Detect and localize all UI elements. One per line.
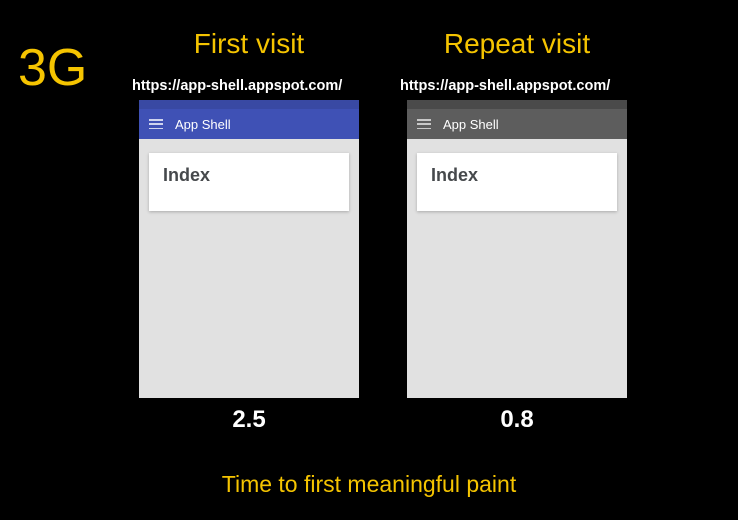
- status-bar: [139, 100, 359, 109]
- first-visit-screenshot: App Shell Index: [139, 100, 359, 398]
- first-visit-title: First visit: [194, 28, 304, 60]
- status-bar: [407, 100, 627, 109]
- first-visit-url: https://app-shell.appspot.com/: [130, 78, 342, 94]
- card-title: Index: [163, 165, 335, 186]
- network-label: 3G: [18, 38, 87, 98]
- app-body: Index: [407, 139, 627, 398]
- content-card: Index: [417, 153, 617, 211]
- repeat-visit-timing: 0.8: [500, 406, 533, 434]
- slide-caption: Time to first meaningful paint: [0, 471, 738, 498]
- content-card: Index: [149, 153, 349, 211]
- repeat-visit-title: Repeat visit: [444, 28, 590, 60]
- hamburger-icon: [417, 119, 431, 129]
- card-title: Index: [431, 165, 603, 186]
- app-bar: App Shell: [139, 109, 359, 139]
- first-visit-timing: 2.5: [232, 406, 265, 434]
- hamburger-icon: [149, 119, 163, 129]
- repeat-visit-screenshot: App Shell Index: [407, 100, 627, 398]
- app-bar: App Shell: [407, 109, 627, 139]
- repeat-visit-url: https://app-shell.appspot.com/: [398, 78, 610, 94]
- app-body: Index: [139, 139, 359, 398]
- app-bar-title: App Shell: [443, 117, 499, 132]
- first-visit-column: First visit https://app-shell.appspot.co…: [130, 28, 368, 434]
- comparison-columns: First visit https://app-shell.appspot.co…: [130, 28, 636, 434]
- app-bar-title: App Shell: [175, 117, 231, 132]
- repeat-visit-column: Repeat visit https://app-shell.appspot.c…: [398, 28, 636, 434]
